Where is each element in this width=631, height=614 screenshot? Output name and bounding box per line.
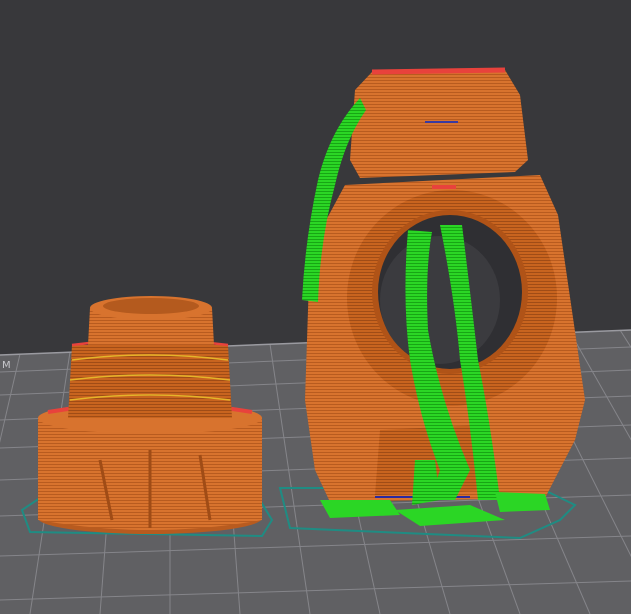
bed-edge-label: M [2, 360, 11, 371]
preview-canvas[interactable]: M [0, 0, 631, 614]
slicer-3d-viewport[interactable]: M [0, 0, 631, 614]
